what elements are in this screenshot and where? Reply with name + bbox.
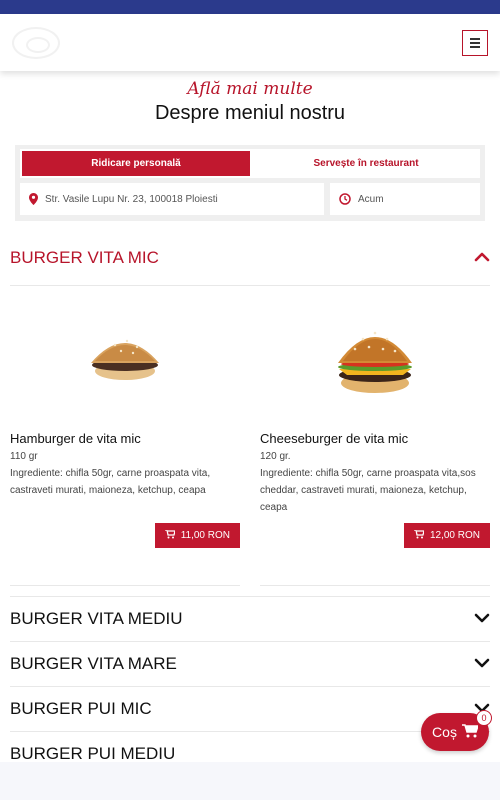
time-field[interactable]: Acum <box>330 183 480 215</box>
category-burger-vita-mediu: BURGER VITA MEDIU <box>10 596 490 642</box>
category-header[interactable]: BURGER PUI MEDIU <box>10 732 490 776</box>
category-title: BURGER PUI MEDIU <box>10 744 176 763</box>
category-burger-vita-mic: BURGER VITA MIC <box>10 231 490 286</box>
shopping-cart-icon <box>461 723 479 741</box>
site-header <box>0 14 500 71</box>
cart-button[interactable]: Coș 0 <box>421 710 492 751</box>
product-ingredients: Ingrediente: chifla 50gr, carne proaspat… <box>10 468 211 496</box>
add-to-cart-button[interactable]: 12,00 RON <box>403 523 490 548</box>
menu-intro: Află mai multe Despre meniul nostru <box>0 71 500 126</box>
tagline: Află mai multe <box>187 79 313 99</box>
product-card: Cheeseburger de vita mic 120 gr. Ingredi… <box>260 286 490 586</box>
category-burger-pui-mic: BURGER PUI MIC <box>10 687 490 732</box>
order-fields: Str. Vasile Lupu Nr. 23, 100018 Ploiesti… <box>20 183 480 215</box>
product-image[interactable] <box>260 294 490 424</box>
product-weight: 110 gr <box>10 451 38 462</box>
product-name: Cheeseburger de vita mic <box>260 431 409 446</box>
category-title: BURGER VITA MIC <box>10 248 159 267</box>
cart-count-badge: 0 <box>476 710 492 726</box>
hamburger-menu-button[interactable] <box>462 30 488 56</box>
address-value: Str. Vasile Lupu Nr. 23, 100018 Ploiesti <box>45 193 218 205</box>
category-title: BURGER PUI MIC <box>10 699 152 718</box>
product-list: Hamburger de vita mic 110 gr Ingrediente… <box>10 286 490 596</box>
time-value: Acum <box>358 193 384 205</box>
chevron-down-icon <box>474 610 490 628</box>
product-image[interactable] <box>10 294 240 424</box>
category-title: BURGER VITA MARE <box>10 654 177 673</box>
product-price: 12,00 RON <box>429 530 480 541</box>
product-ingredients: Ingrediente: chifla 50gr, carne proaspat… <box>260 468 476 513</box>
location-pin-icon <box>29 193 38 205</box>
product-name: Hamburger de vita mic <box>10 431 141 446</box>
product-card: Hamburger de vita mic 110 gr Ingrediente… <box>10 286 240 586</box>
category-burger-pui-mediu: BURGER PUI MEDIU <box>10 732 490 776</box>
category-header[interactable]: BURGER VITA MEDIU <box>10 597 490 641</box>
chevron-up-icon <box>474 249 490 267</box>
category-burger-vita-mare: BURGER VITA MARE <box>10 642 490 687</box>
product-weight: 120 gr. <box>260 451 291 462</box>
top-accent-bar <box>0 0 500 14</box>
category-header[interactable]: BURGER VITA MARE <box>10 642 490 686</box>
category-header[interactable]: BURGER PUI MIC <box>10 687 490 731</box>
restaurant-logo[interactable] <box>12 27 60 59</box>
category-title: BURGER VITA MEDIU <box>10 609 183 628</box>
main-content: Află mai multe Despre meniul nostru Ridi… <box>0 71 500 763</box>
tab-pickup[interactable]: Ridicare personală <box>20 149 252 178</box>
page-title: Despre meniul nostru <box>154 102 346 124</box>
product-price: 11,00 RON <box>180 530 230 541</box>
cart-icon <box>413 528 425 542</box>
cart-label: Coș <box>432 724 457 740</box>
address-field[interactable]: Str. Vasile Lupu Nr. 23, 100018 Ploiesti <box>20 183 324 215</box>
order-options: Ridicare personală Servește în restauran… <box>15 145 485 221</box>
clock-icon <box>339 193 351 205</box>
chevron-down-icon <box>474 655 490 673</box>
cart-icon <box>164 528 176 542</box>
hamburger-menu-icon <box>470 38 480 40</box>
category-header[interactable]: BURGER VITA MIC <box>10 231 490 285</box>
order-type-tabs: Ridicare personală Servește în restauran… <box>20 149 480 178</box>
tab-dine-in[interactable]: Servește în restaurant <box>252 149 480 178</box>
add-to-cart-button[interactable]: 11,00 RON <box>154 523 240 548</box>
